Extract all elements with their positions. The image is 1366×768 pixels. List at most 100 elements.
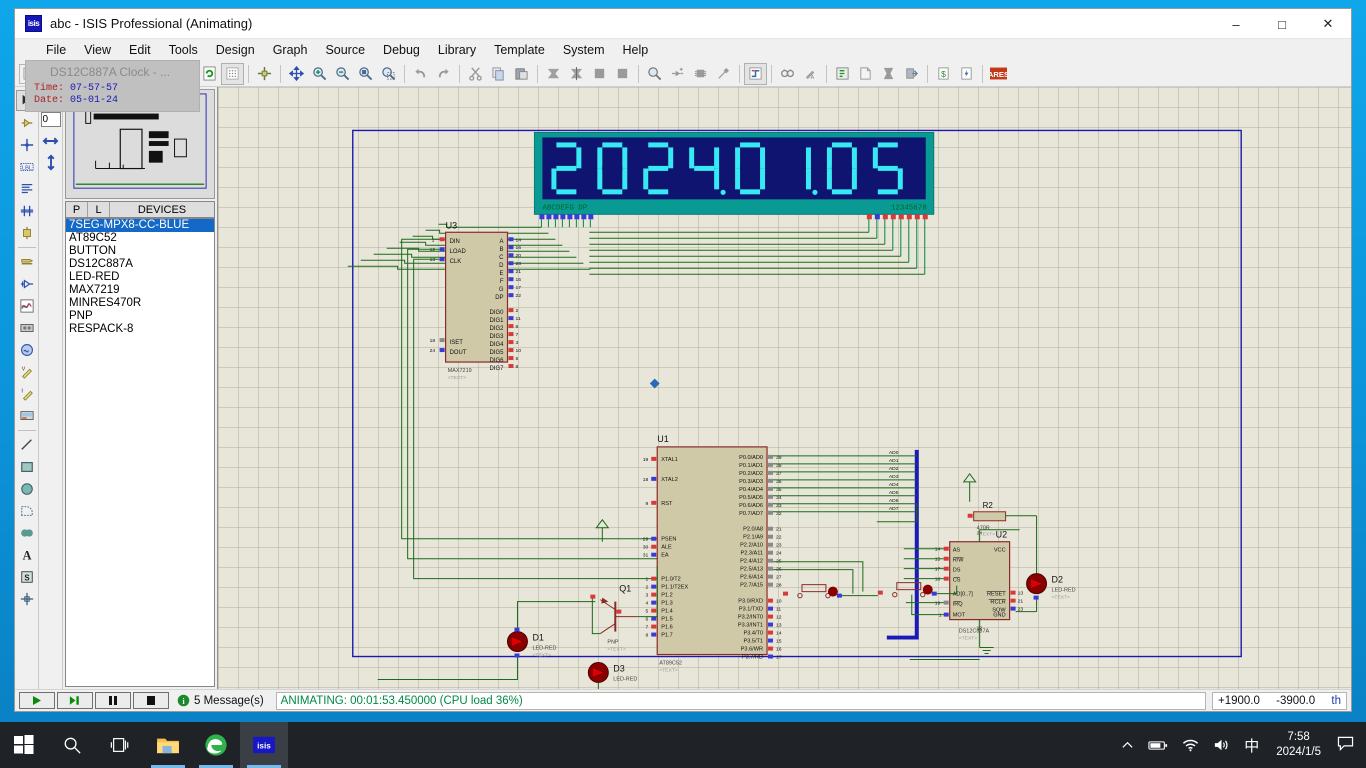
menu-template[interactable]: Template: [485, 40, 554, 60]
2d-path-mode-button[interactable]: [16, 522, 38, 543]
component-mode-button[interactable]: [16, 112, 38, 133]
maximize-button[interactable]: □: [1259, 9, 1305, 39]
2d-box-mode-button[interactable]: [16, 456, 38, 477]
bill-of-materials-button[interactable]: $: [932, 63, 955, 85]
electrical-rule-check-button[interactable]: [955, 63, 978, 85]
close-button[interactable]: ✕: [1305, 9, 1351, 39]
text-script-mode-button[interactable]: [16, 178, 38, 199]
property-assign-button[interactable]: A: [799, 63, 822, 85]
2d-arc-mode-button[interactable]: [16, 500, 38, 521]
2d-text-mode-button[interactable]: A: [16, 544, 38, 565]
cut-button[interactable]: [464, 63, 487, 85]
device-pins-mode-button[interactable]: [16, 273, 38, 294]
remove-sheet-button[interactable]: [877, 63, 900, 85]
copy-button[interactable]: [487, 63, 510, 85]
block-rotate-button[interactable]: [588, 63, 611, 85]
2d-line-mode-button[interactable]: [16, 434, 38, 455]
2d-symbol-mode-button[interactable]: S: [16, 566, 38, 587]
menu-system[interactable]: System: [554, 40, 614, 60]
show-hidden-icons[interactable]: [1114, 739, 1141, 752]
block-move-button[interactable]: [565, 63, 588, 85]
generator-mode-button[interactable]: [16, 339, 38, 360]
menu-edit[interactable]: Edit: [120, 40, 160, 60]
menu-graph[interactable]: Graph: [264, 40, 317, 60]
column-l[interactable]: L: [88, 202, 110, 217]
paste-button[interactable]: [510, 63, 533, 85]
menu-debug[interactable]: Debug: [374, 40, 429, 60]
tape-recorder-mode-button[interactable]: [16, 317, 38, 338]
menu-design[interactable]: Design: [207, 40, 264, 60]
edge-browser-icon[interactable]: [192, 722, 240, 768]
column-devices[interactable]: DEVICES: [110, 202, 214, 217]
menu-file[interactable]: File: [37, 40, 75, 60]
task-view-icon[interactable]: [96, 722, 144, 768]
ares-button[interactable]: ARES: [987, 63, 1010, 85]
redo-button[interactable]: [432, 63, 455, 85]
device-item-2[interactable]: BUTTON: [66, 245, 214, 258]
schematic-canvas[interactable]: ABCDEFG DP 12345678 U3 MAX7219 <TEXT> DI…: [218, 87, 1351, 689]
pick-device-button[interactable]: [643, 63, 666, 85]
column-p[interactable]: P: [66, 202, 88, 217]
notification-icon[interactable]: [1331, 736, 1366, 754]
current-probe-mode-button[interactable]: I: [16, 383, 38, 404]
component-d1-led[interactable]: D1 LED-RED <TEXT>: [506, 627, 557, 659]
volume-icon[interactable]: [1206, 738, 1237, 752]
block-delete-button[interactable]: [611, 63, 634, 85]
wire-label-mode-button[interactable]: LBL: [16, 156, 38, 177]
toggle-grid-button[interactable]: [221, 62, 244, 85]
message-count[interactable]: i 5 Message(s): [171, 692, 270, 710]
pause-button[interactable]: [95, 692, 131, 709]
menu-view[interactable]: View: [75, 40, 120, 60]
device-item-4[interactable]: LED-RED: [66, 271, 214, 284]
wifi-icon[interactable]: [1175, 738, 1206, 752]
zoom-area-button[interactable]: [377, 63, 400, 85]
part-u1-at89c52[interactable]: U1 AT89C52 <TEXT> XTAL119XTAL218RST9PSEN…: [643, 434, 782, 674]
pan-button[interactable]: [285, 63, 308, 85]
menu-help[interactable]: Help: [614, 40, 658, 60]
component-d3-led[interactable]: D3 LED-RED: [587, 662, 637, 683]
file-explorer-icon[interactable]: [144, 722, 192, 768]
menu-source[interactable]: Source: [316, 40, 374, 60]
origin-button[interactable]: [253, 63, 276, 85]
address-data-bus[interactable]: AD0 AD1 AD2 AD3 AD4 AD5 AD6 AD7: [773, 450, 919, 640]
battery-icon[interactable]: [1141, 739, 1175, 752]
taskbar-clock[interactable]: 7:58 2024/1/5: [1266, 730, 1331, 760]
part-u2-ds12c887a[interactable]: U2 DS12C887A <TEXT> AS R/W DS CS AD[0..7] IR…: [903, 529, 1024, 648]
new-sheet-button[interactable]: [854, 63, 877, 85]
make-device-button[interactable]: [666, 63, 689, 85]
step-button[interactable]: [57, 692, 93, 709]
component-d2-led[interactable]: D2 LED-RED <TEXT>: [1015, 573, 1076, 613]
device-item-7[interactable]: PNP: [66, 310, 214, 323]
junction-dot-mode-button[interactable]: [16, 134, 38, 155]
voltage-probe-mode-button[interactable]: V: [16, 361, 38, 382]
device-item-6[interactable]: MINRES470R: [66, 297, 214, 310]
zoom-all-button[interactable]: [354, 63, 377, 85]
design-explorer-button[interactable]: [831, 63, 854, 85]
mirror-horizontal-button[interactable]: [40, 130, 62, 151]
refresh-button[interactable]: [198, 63, 221, 85]
minimize-button[interactable]: –: [1213, 9, 1259, 39]
search-icon[interactable]: [48, 722, 96, 768]
device-item-8[interactable]: RESPACK-8: [66, 323, 214, 336]
packaging-tool-button[interactable]: [689, 63, 712, 85]
isis-app-taskbar-icon[interactable]: isis: [240, 722, 288, 768]
terminals-mode-button[interactable]: [16, 251, 38, 272]
zoom-in-button[interactable]: [308, 63, 331, 85]
block-copy-button[interactable]: [542, 63, 565, 85]
2d-marker-mode-button[interactable]: [16, 588, 38, 609]
rotation-value-input[interactable]: [40, 112, 61, 127]
decompose-button[interactable]: [712, 63, 735, 85]
device-item-3[interactable]: DS12C887A: [66, 258, 214, 271]
wire-autorouter-button[interactable]: [744, 62, 767, 85]
graph-mode-button[interactable]: [16, 295, 38, 316]
2d-circle-mode-button[interactable]: [16, 478, 38, 499]
undo-button[interactable]: [409, 63, 432, 85]
virtual-instruments-mode-button[interactable]: [16, 405, 38, 426]
play-button[interactable]: [19, 692, 55, 709]
device-item-0[interactable]: 7SEG-MPX8-CC-BLUE: [66, 219, 214, 232]
subcircuit-mode-button[interactable]: [16, 222, 38, 243]
device-item-5[interactable]: MAX7219: [66, 284, 214, 297]
search-tag-button[interactable]: [776, 63, 799, 85]
menu-tools[interactable]: Tools: [160, 40, 207, 60]
ime-indicator[interactable]: 中: [1237, 735, 1266, 756]
